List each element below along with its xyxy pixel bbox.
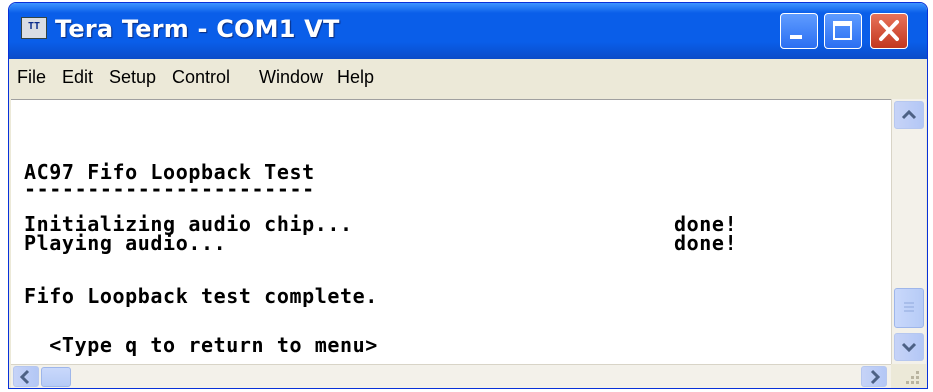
- terminal-line-complete: Fifo Loopback test complete.: [24, 284, 378, 308]
- terminal-line-playing: Playing audio...: [24, 231, 227, 255]
- terminal-area[interactable]: AC97 Fifo Loopback Test ----------------…: [11, 99, 891, 365]
- window-title: Tera Term - COM1 VT: [55, 15, 340, 43]
- close-button[interactable]: [870, 13, 908, 49]
- vertical-scroll-thumb[interactable]: [894, 288, 924, 328]
- scroll-right-button[interactable]: [861, 366, 887, 387]
- menu-setup[interactable]: Setup: [109, 67, 156, 88]
- scroll-up-button[interactable]: [894, 101, 924, 129]
- minimize-button[interactable]: [780, 13, 818, 49]
- scroll-down-icon: [901, 342, 917, 353]
- menu-bar: File Edit Setup Control Window Help: [9, 59, 927, 97]
- status-done-playing: done!: [674, 231, 738, 255]
- tera-term-icon[interactable]: TT: [21, 17, 47, 39]
- close-icon: [879, 20, 899, 41]
- heading-underline: -----------------------: [24, 177, 315, 201]
- horizontal-scrollbar[interactable]: [11, 364, 891, 388]
- menu-control[interactable]: Control: [172, 67, 230, 88]
- menu-file[interactable]: File: [17, 67, 46, 88]
- menu-edit[interactable]: Edit: [62, 67, 93, 88]
- scroll-left-icon: [19, 369, 30, 385]
- maximize-button[interactable]: [824, 13, 862, 49]
- terminal-prompt: <Type q to return to menu>: [24, 333, 378, 357]
- title-bar[interactable]: TT Tera Term - COM1 VT: [9, 3, 927, 59]
- minimize-icon: [790, 35, 802, 39]
- scroll-right-icon: [870, 369, 881, 385]
- vertical-scrollbar[interactable]: [891, 99, 926, 364]
- scroll-down-button[interactable]: [894, 333, 924, 361]
- scroll-up-icon: [901, 109, 917, 120]
- maximize-icon: [833, 21, 852, 40]
- app-window: TT Tera Term - COM1 VT File Edit Setup C…: [8, 2, 928, 389]
- horizontal-scroll-thumb[interactable]: [41, 367, 71, 387]
- resize-grip[interactable]: [891, 364, 925, 388]
- menu-help[interactable]: Help: [337, 67, 374, 88]
- scroll-left-button[interactable]: [13, 366, 39, 387]
- thumb-grip-icon: [904, 302, 914, 312]
- resize-grip-icon: [906, 371, 919, 384]
- menu-window[interactable]: Window: [259, 67, 323, 88]
